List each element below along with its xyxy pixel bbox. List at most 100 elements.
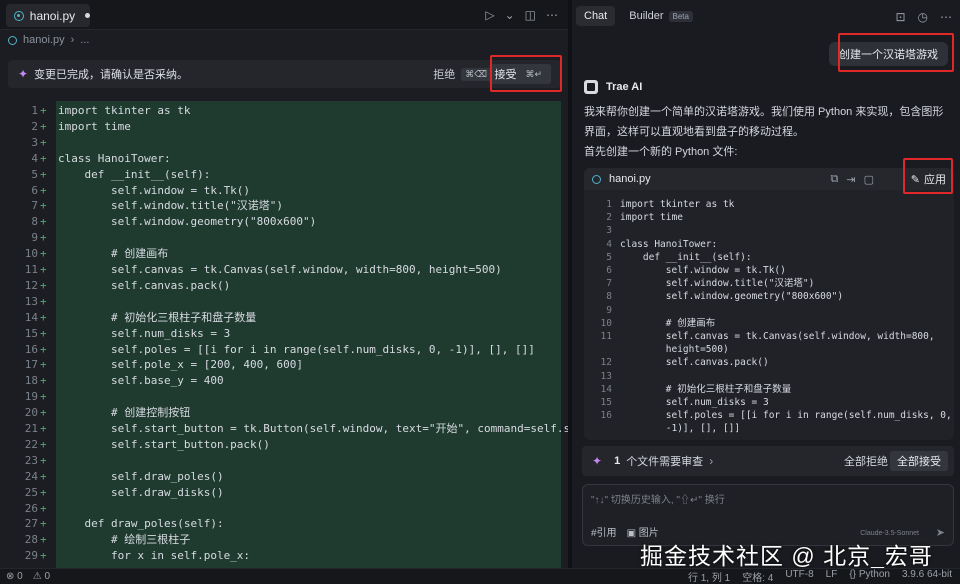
code-text: self.window = tk.Tk() xyxy=(58,183,251,197)
code-text: for x in self.pole_x: xyxy=(58,549,251,563)
line-number: 19 xyxy=(24,390,38,404)
code-editor[interactable]: 1 + import tkinter as tk 2 + import time 3 +4 + c… xyxy=(0,95,568,568)
breadcrumb-file[interactable]: hanoi.py xyxy=(23,34,65,46)
insert-icon[interactable]: ⇥ xyxy=(846,173,855,186)
code-line: 2 + import time xyxy=(0,119,568,135)
code-text: import tkinter as tk xyxy=(620,199,735,210)
beta-badge: Beta xyxy=(668,10,693,22)
code-text: def __init__(self): xyxy=(58,167,211,181)
code-line: 6 + self.window = tk.Tk() xyxy=(0,183,568,199)
reject-label: 拒绝 xyxy=(433,69,456,81)
added-line-marker: + xyxy=(40,358,47,372)
line-number: 6 xyxy=(31,183,38,197)
python-file-icon xyxy=(592,174,601,184)
added-line-marker: + xyxy=(40,263,47,276)
new-file-icon[interactable]: ▢ xyxy=(864,173,874,186)
files-review-panel: ✦ 1 个文件需要审查 › 全部拒绝 全部接受 xyxy=(582,446,954,476)
added-line-marker: + xyxy=(40,199,47,213)
line-number: 12 xyxy=(600,357,612,369)
code-line: 1 + import tkinter as tk xyxy=(0,103,568,119)
cursor-position[interactable]: 行 1, 列 1 xyxy=(688,569,730,584)
annotation-highlight-box xyxy=(490,55,562,92)
more-icon[interactable]: ⋯ xyxy=(546,8,558,22)
line-number: 5 xyxy=(606,251,612,263)
interpreter[interactable]: 3.9.6 64-bit xyxy=(902,569,952,584)
code-line: 15 + self.num_disks = 3 xyxy=(0,326,568,342)
code-text: import time xyxy=(58,119,131,133)
encoding[interactable]: UTF-8 xyxy=(785,569,813,584)
line-number: 12 xyxy=(24,278,38,292)
added-line-marker: + xyxy=(40,406,47,420)
added-line-marker: + xyxy=(40,135,47,149)
line-ending[interactable]: LF xyxy=(826,569,838,584)
line-number: 10 xyxy=(24,247,38,261)
added-line-marker: + xyxy=(40,183,47,197)
change-review-bar: ✦ 变更已完成，请确认是否采纳。 拒绝 ⌘⌫ 接受 ⌘↵ xyxy=(8,60,561,88)
code-text: self.window = tk.Tk() xyxy=(620,265,786,276)
line-number: 16 xyxy=(24,342,38,356)
more-icon[interactable]: ⋯ xyxy=(940,10,952,24)
line-number: 14 xyxy=(600,383,612,395)
code-text: class HanoiTower: xyxy=(58,151,171,165)
code-card-line: 1 import tkinter as tk xyxy=(592,198,952,211)
code-text: self.draw_poles() xyxy=(58,469,224,483)
code-line: 26 + xyxy=(0,501,568,517)
code-line: 18 + self.base_y = 400 xyxy=(0,373,568,389)
robot-icon[interactable]: ⊡ xyxy=(895,10,905,24)
errors-indicator[interactable]: ⊗ 0 xyxy=(6,571,23,582)
warnings-indicator[interactable]: ⚠ 0 xyxy=(33,571,50,582)
code-line: 9 + xyxy=(0,230,568,246)
tab-builder[interactable]: Builder Beta xyxy=(621,6,701,26)
unsaved-dot-icon[interactable] xyxy=(85,13,90,18)
code-text: self.window.geometry("800x600") xyxy=(58,215,317,229)
copy-icon[interactable]: ⧉ xyxy=(831,173,839,186)
code-card-line: 8 self.window.geometry("800x600") xyxy=(592,290,952,303)
model-selector[interactable]: Claude-3.5-Sonnet xyxy=(860,530,919,537)
tab-chat[interactable]: Chat xyxy=(576,6,616,26)
breadcrumb: hanoi.py › ... xyxy=(0,30,568,50)
added-line-marker: + xyxy=(40,469,47,483)
code-line: 8 + self.window.geometry("800x600") xyxy=(0,214,568,230)
review-text[interactable]: 个文件需要审查 xyxy=(626,453,703,469)
tab-builder-label: Builder xyxy=(629,10,664,22)
chevron-right-icon[interactable]: › xyxy=(709,454,713,468)
trae-logo-icon xyxy=(584,80,598,94)
chevron-down-icon[interactable]: ⌄ xyxy=(505,8,515,22)
code-text: import time xyxy=(620,212,683,224)
braces-icon: {} xyxy=(849,569,859,580)
added-line-marker: + xyxy=(40,215,47,229)
chat-header: Chat Builder Beta ⊡ ◷ ⋯ xyxy=(572,0,960,32)
reject-button[interactable]: 拒绝 ⌘⌫ xyxy=(433,66,491,82)
code-text: # 创建控制按钮 xyxy=(58,406,191,420)
indentation[interactable]: 空格: 4 xyxy=(742,569,773,584)
line-number: 11 xyxy=(600,331,612,342)
split-editor-icon[interactable]: ◫ xyxy=(525,8,536,22)
line-number: 10 xyxy=(600,317,612,329)
code-text: self.canvas.pack() xyxy=(58,278,231,292)
line-number: 1 xyxy=(31,104,38,117)
run-icon[interactable]: ▷ xyxy=(485,8,494,22)
send-icon[interactable]: ➤ xyxy=(936,526,945,539)
history-icon[interactable]: ◷ xyxy=(918,10,928,24)
reject-all-button[interactable]: 全部拒绝 xyxy=(844,453,888,469)
code-text: height=500) xyxy=(620,344,729,356)
added-line-marker: + xyxy=(40,374,47,388)
breadcrumb-more[interactable]: ... xyxy=(80,34,89,46)
added-line-marker: + xyxy=(40,501,47,515)
added-line-marker: + xyxy=(40,310,47,324)
code-text: -1)], [], []] xyxy=(620,423,741,435)
accept-all-button[interactable]: 全部接受 xyxy=(890,451,948,471)
code-text: self.poles = [[i for i in range(self.num… xyxy=(58,342,535,356)
code-card-line: 6 self.window = tk.Tk() xyxy=(592,264,952,277)
line-number: 20 xyxy=(24,406,38,420)
chat-input[interactable] xyxy=(591,491,947,515)
line-number: 13 xyxy=(600,370,612,382)
tab-hanoi-py[interactable]: hanoi.py xyxy=(6,4,90,27)
code-line: 27 + def draw_poles(self): xyxy=(0,516,568,532)
reference-button[interactable]: #引用 xyxy=(591,524,617,539)
added-line-marker: + xyxy=(40,485,47,499)
error-icon: ⊗ xyxy=(6,571,18,582)
code-text: # 绘制三根柱子 xyxy=(58,533,191,547)
language-mode[interactable]: {} Python xyxy=(849,569,890,584)
added-line-marker: + xyxy=(40,342,47,356)
